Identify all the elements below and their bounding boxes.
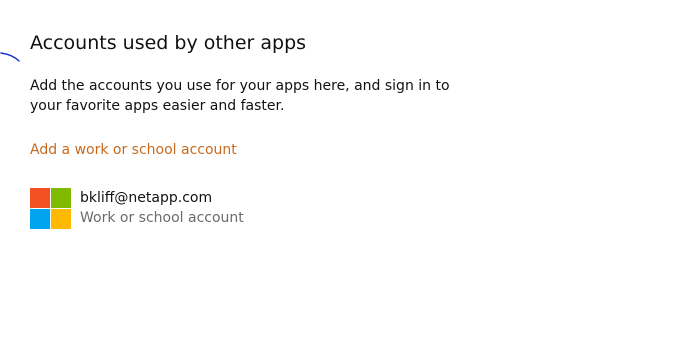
- pen-stroke-mark: [0, 52, 20, 62]
- account-list-item[interactable]: bkliff@netapp.com Work or school account: [30, 188, 244, 230]
- accounts-settings-page: Accounts used by other apps Add the acco…: [0, 0, 694, 341]
- microsoft-logo-icon: [30, 188, 71, 229]
- logo-green-square: [51, 188, 71, 208]
- add-work-or-school-account-link[interactable]: Add a work or school account: [30, 140, 237, 160]
- account-details: bkliff@netapp.com Work or school account: [80, 188, 244, 228]
- section-description: Add the accounts you use for your apps h…: [30, 78, 450, 114]
- logo-red-square: [30, 188, 50, 208]
- account-email: bkliff@netapp.com: [80, 190, 213, 206]
- section-title: Accounts used by other apps: [30, 32, 307, 54]
- account-type: Work or school account: [80, 210, 244, 226]
- logo-blue-square: [30, 209, 50, 229]
- logo-yellow-square: [51, 209, 71, 229]
